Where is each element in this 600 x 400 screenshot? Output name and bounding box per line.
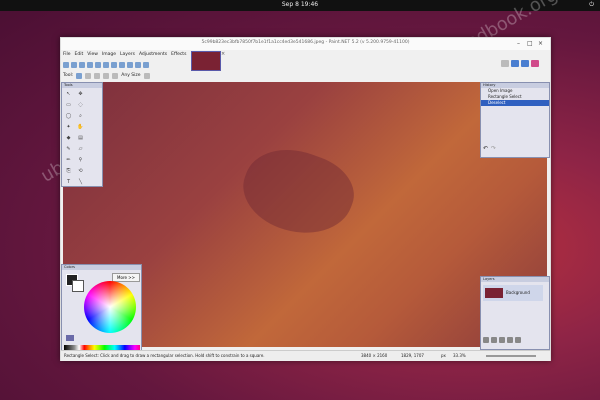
menu-adjustments[interactable]: Adjustments <box>139 52 167 57</box>
options-icon[interactable] <box>143 72 150 79</box>
rectangle-select-icon[interactable] <box>76 72 83 79</box>
paintbrush-icon[interactable]: ✎ <box>64 145 73 154</box>
more-colors-button[interactable]: More >> <box>112 273 140 282</box>
paint-bucket-icon[interactable]: ◆ <box>64 134 73 143</box>
paste-icon[interactable] <box>111 61 117 68</box>
recolor-icon[interactable]: ⟲ <box>76 167 85 176</box>
merge-layer-icon[interactable] <box>507 337 513 343</box>
ellipse-select-icon[interactable]: ◯ <box>64 112 73 121</box>
system-tray[interactable]: ⏻ <box>589 1 594 9</box>
line-icon[interactable]: ╲ <box>76 178 85 187</box>
clock[interactable]: Sep 8 19:46 <box>0 1 600 8</box>
palette-menu-icon[interactable] <box>66 335 74 341</box>
minimize-button[interactable]: – <box>517 40 520 47</box>
move-selection-icon[interactable]: ↖ <box>64 90 73 99</box>
tool-label: Tool: <box>63 73 74 78</box>
selection-mode-icon[interactable] <box>112 72 119 79</box>
menu-effects[interactable]: Effects <box>171 52 186 57</box>
colors-panel-toggle-icon[interactable] <box>531 60 539 67</box>
selection-mode-icon[interactable] <box>94 72 101 79</box>
layers-panel-toggle-icon[interactable] <box>521 60 529 67</box>
selection-mode-icon[interactable] <box>103 72 110 79</box>
image-content <box>232 135 364 249</box>
colors-panel: Colors More >> <box>61 264 142 352</box>
color-wheel[interactable] <box>84 281 136 333</box>
print-icon[interactable] <box>87 61 93 68</box>
crop-icon[interactable] <box>119 61 125 68</box>
layer-thumbnail <box>485 288 503 298</box>
move-pixels-icon[interactable]: ✥ <box>76 90 85 99</box>
close-document-icon[interactable]: × <box>221 51 225 57</box>
status-hint: Rectangle Select: Click and drag to draw… <box>64 353 265 358</box>
paint-net-window: 5c99b823ec3bfb7850f7b1e1f1a1cc4ed3e54168… <box>60 37 551 361</box>
menu-edit[interactable]: Edit <box>75 52 84 57</box>
text-icon[interactable]: T <box>64 178 73 187</box>
status-bar: Rectangle Select: Click and drag to draw… <box>61 350 550 361</box>
secondary-color-swatch[interactable] <box>72 280 84 292</box>
menu-view[interactable]: View <box>87 52 98 57</box>
color-picker-icon[interactable]: ⚲ <box>76 156 85 165</box>
history-redo-icon[interactable]: ↷ <box>491 145 496 152</box>
selection-mode-icon[interactable] <box>85 72 92 79</box>
tools-panel-toggle-icon[interactable] <box>501 60 509 67</box>
redo-icon[interactable] <box>143 61 149 68</box>
new-icon[interactable] <box>63 61 69 68</box>
zoom-icon[interactable]: ⌕ <box>76 112 85 121</box>
delete-layer-icon[interactable] <box>491 337 497 343</box>
lasso-icon[interactable]: ◌ <box>76 101 85 110</box>
add-layer-icon[interactable] <box>483 337 489 343</box>
eraser-icon[interactable]: ▱ <box>76 145 85 154</box>
close-button[interactable]: × <box>538 40 543 47</box>
menu-file[interactable]: File <box>63 52 71 57</box>
rectangle-select-icon[interactable]: ▭ <box>64 101 73 110</box>
history-item-selected[interactable]: Deselect <box>481 100 549 106</box>
tool-options-bar: Tool: Any Size <box>63 71 543 80</box>
clone-stamp-icon[interactable]: ⎘ <box>64 167 73 176</box>
layers-panel: Layers Background <box>480 276 550 350</box>
menu-image[interactable]: Image <box>102 52 116 57</box>
menu-bar: File Edit View Image Layers Adjustments … <box>63 50 186 59</box>
colors-panel-title: Colors <box>62 265 141 270</box>
layers-panel-title: Layers <box>481 277 549 282</box>
layer-properties-icon[interactable] <box>515 337 521 343</box>
zoom-slider[interactable] <box>486 355 536 357</box>
window-title: 5c99b823ec3bfb7850f7b1e1f1a1cc4ed3e54168… <box>201 40 410 45</box>
title-bar: 5c99b823ec3bfb7850f7b1e1f1a1cc4ed3e54168… <box>61 38 550 50</box>
cut-icon[interactable] <box>95 61 101 68</box>
open-icon[interactable] <box>71 61 77 68</box>
tools-panel: Tools ↖ ✥ ▭ ◌ ◯ ⌕ ✦ ✋ ◆ ▤ ✎ ▱ ✏ ⚲ ⎘ ⟲ T … <box>61 82 103 187</box>
top-bar: Sep 8 19:46 ⏻ <box>0 0 600 11</box>
pencil-icon[interactable]: ✏ <box>64 156 73 165</box>
layer-name: Background <box>506 290 530 295</box>
layer-row[interactable]: Background <box>483 285 543 301</box>
deselect-icon[interactable] <box>127 61 133 68</box>
units-dropdown[interactable]: px <box>441 353 446 358</box>
pan-icon[interactable]: ✋ <box>76 123 85 132</box>
duplicate-layer-icon[interactable] <box>499 337 505 343</box>
magic-wand-icon[interactable]: ✦ <box>64 123 73 132</box>
cursor-position: 1829, 1707 <box>401 353 424 358</box>
save-icon[interactable] <box>79 61 85 68</box>
main-toolbar <box>63 60 543 69</box>
zoom-level[interactable]: 33.3% <box>453 353 466 358</box>
undo-icon[interactable] <box>135 61 141 68</box>
image-size: 3840 × 2160 <box>361 353 388 358</box>
history-panel-toggle-icon[interactable] <box>511 60 519 67</box>
menu-layers[interactable]: Layers <box>120 52 135 57</box>
maximize-button[interactable]: □ <box>527 40 533 47</box>
gradient-icon[interactable]: ▤ <box>76 134 85 143</box>
copy-icon[interactable] <box>103 61 109 68</box>
history-undo-icon[interactable]: ↶ <box>483 145 488 152</box>
history-panel: History Open Image Rectangle Select Dese… <box>480 82 550 158</box>
selection-size-dropdown[interactable]: Any Size <box>121 73 140 78</box>
